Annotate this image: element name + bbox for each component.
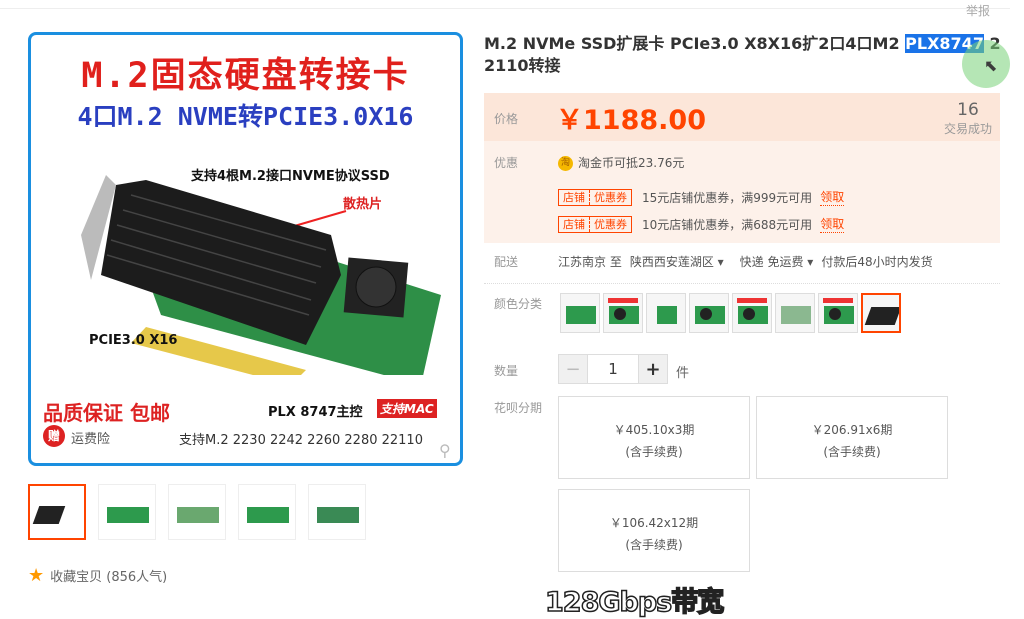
favorite-button[interactable]: ★ 收藏宝贝 (856人气) — [28, 565, 167, 586]
image-slot-label: PCIE3.0 X16 — [89, 333, 178, 348]
image-quality-text: 品质保证 包邮 — [43, 401, 170, 425]
installment-option[interactable]: ￥405.10x3期 (含手续费) — [558, 396, 750, 479]
promo-label: 优惠 — [494, 156, 519, 170]
increment-button[interactable]: + — [639, 355, 667, 383]
price-label: 价格 — [494, 112, 519, 126]
delivery-label: 配送 — [494, 255, 519, 269]
video-caption: 128Gbps带宽 — [544, 586, 725, 619]
thumbnail[interactable] — [168, 484, 226, 540]
quantity-input[interactable]: 1 — [587, 355, 639, 383]
color-option[interactable] — [689, 293, 729, 333]
quantity-label: 数量 — [494, 364, 519, 378]
sold-count: 16 交易成功 — [943, 100, 992, 136]
image-subtitle: 4口M.2 NVME转PCIE3.0X16 — [77, 102, 414, 131]
thumbnail[interactable] — [308, 484, 366, 540]
report-link[interactable]: 举报 — [966, 2, 990, 19]
coin-icon: 淘 — [558, 156, 573, 171]
main-product-image[interactable]: M.2固态硬盘转接卡 4口M.2 NVME转PCIE3.0X16 支持4根M.2… — [28, 32, 463, 466]
coin-promo: 淘淘金币可抵23.76元 — [558, 154, 684, 171]
thumbnail[interactable] — [98, 484, 156, 540]
favorite-label: 收藏宝贝 (856人气) — [50, 570, 168, 585]
color-option[interactable] — [732, 293, 772, 333]
coupon-tag: 店铺 优惠券 — [558, 215, 632, 233]
quantity-stepper: − 1 + — [558, 354, 668, 384]
image-insurance-text: 运费险 — [71, 432, 111, 447]
color-option[interactable] — [560, 293, 600, 333]
zoom-icon[interactable]: ⚲ — [439, 441, 451, 460]
color-option-selected[interactable] — [861, 293, 901, 333]
thumbnail[interactable] — [28, 484, 86, 540]
destination-select[interactable]: 陕西西安莲湖区 ▾ — [630, 253, 724, 270]
product-title: M.2 NVMe SSD扩展卡 PCIe3.0 X8X16扩2口4口M2 PLX… — [484, 34, 1001, 75]
coupon-row: 店铺 优惠券 15元店铺优惠券，满999元可用 领取 — [558, 188, 845, 206]
coupon-row: 店铺 优惠券 10元店铺优惠券，满688元可用 领取 — [558, 215, 845, 233]
gift-badge: 赠 — [43, 425, 65, 447]
divider — [484, 283, 1000, 284]
claim-coupon-link[interactable]: 领取 — [820, 215, 845, 233]
image-title: M.2固态硬盘转接卡 — [81, 56, 410, 96]
installment-option[interactable]: ￥206.91x6期 (含手续费) — [756, 396, 948, 479]
delivery-info: 江苏南京 至 陕西西安莲湖区 ▾ 快递 免运费 ▾ 付款后48小时内发货 — [558, 253, 933, 270]
color-option[interactable] — [775, 293, 815, 333]
image-sizes-text: 支持M.2 2230 2242 2260 2280 22110 — [179, 433, 423, 448]
color-label: 颜色分类 — [494, 297, 543, 311]
thumbnail[interactable] — [238, 484, 296, 540]
unit-label: 件 — [676, 366, 690, 381]
mouse-cursor-icon: ⬉ — [984, 56, 998, 75]
thumbnail-strip — [28, 484, 366, 540]
claim-coupon-link[interactable]: 领取 — [820, 188, 845, 206]
installment-option[interactable]: ￥106.42x12期 (含手续费) — [558, 489, 750, 572]
color-options — [560, 293, 901, 333]
huabei-label: 花呗分期 — [494, 401, 543, 415]
decrement-button[interactable]: − — [559, 355, 587, 383]
image-mac-badge: 支持MAC — [377, 399, 437, 418]
top-divider — [0, 8, 1010, 9]
star-icon: ★ — [28, 565, 45, 586]
color-option[interactable] — [603, 293, 643, 333]
image-chip-text: PLX 8747主控 — [268, 405, 363, 420]
price-value: ￥1188.00 — [556, 105, 706, 136]
color-option[interactable] — [818, 293, 858, 333]
shipping-select[interactable]: 快递 免运费 ▾ — [740, 253, 814, 270]
coupon-tag: 店铺 优惠券 — [558, 188, 632, 206]
color-option[interactable] — [646, 293, 686, 333]
